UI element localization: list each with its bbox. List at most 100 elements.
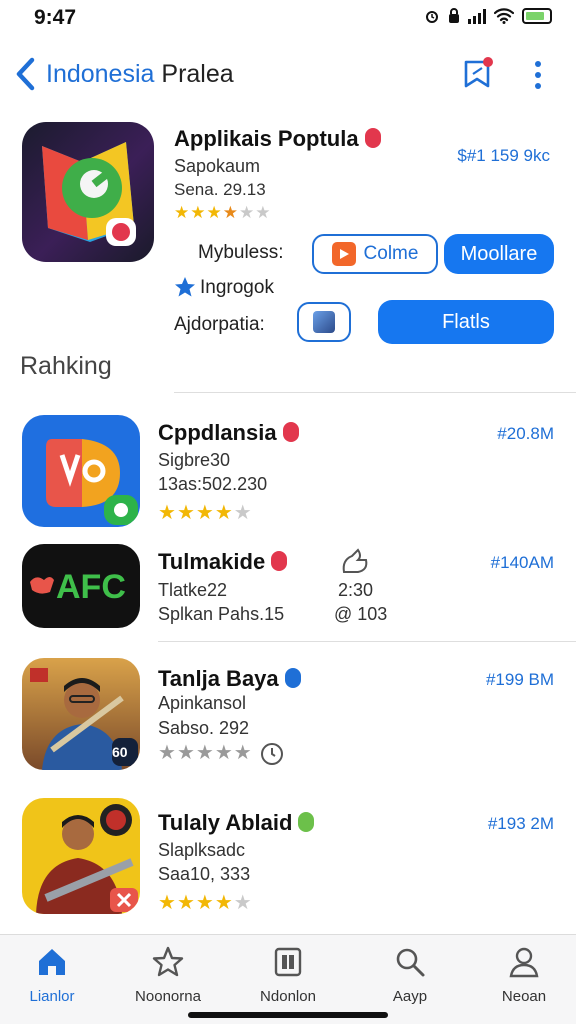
status-icons (424, 8, 552, 24)
app-name-text: Tulaly Ablaid (158, 810, 293, 835)
star-icon: ★ (233, 742, 252, 764)
person-icon (509, 947, 539, 978)
ingrogok-label: Ingrogok (200, 277, 274, 298)
tab-featured[interactable]: Noonorna (118, 945, 218, 1005)
mybusiness-label: Mybuless: (198, 242, 284, 263)
tab-label: Neoan (501, 988, 547, 1005)
afc-logo-text: AFC (56, 568, 126, 606)
tab-search[interactable]: Aayp (360, 945, 460, 1005)
page-title: Indonesia Pralea (46, 60, 234, 89)
star-icon: ★ (158, 892, 176, 914)
star-icon: ★ (176, 742, 195, 764)
page-title-section: Pralea (161, 60, 234, 88)
badge-icon (364, 128, 381, 149)
featured-app-meta: Sena. 29.13 (174, 180, 266, 199)
featured-app-developer: Sapokaum (174, 156, 261, 176)
verified-badge-icon (284, 668, 301, 689)
app-meta: 13as:502.230 (158, 474, 268, 494)
star-icon: ★ (214, 502, 233, 524)
app-developer: Slaplksadc (158, 840, 246, 860)
thumbs-icon (342, 548, 368, 573)
app-logo-icon (46, 439, 138, 525)
app-name-text: Tulmakide (158, 549, 266, 574)
app-rating-stars: ★ ★ ★ ★ ★ (158, 893, 252, 913)
badge-icon (271, 551, 288, 572)
app-meta: Saa10, 333 (158, 864, 251, 884)
alarm-icon (426, 11, 438, 23)
wifi-icon (494, 8, 514, 24)
star-icon: ★ (158, 742, 176, 764)
person-photo-icon (36, 804, 138, 914)
tab-label: Lianlor (29, 988, 75, 1005)
star-icon: ★ (239, 203, 255, 222)
moollare-button-label: Moollare (460, 242, 538, 265)
more-options-icon[interactable] (528, 58, 548, 92)
star-icon: ★ (206, 203, 222, 222)
star-icon: ★ (176, 502, 195, 524)
app-name-text: Tanlja Baya (158, 666, 279, 691)
star-icon (152, 946, 184, 977)
apps-icon (274, 947, 302, 977)
featured-app-price: $#1 159 9kc (457, 146, 550, 165)
moollare-button[interactable]: Moollare (444, 234, 554, 274)
star-icon: ★ (214, 742, 233, 764)
tab-home[interactable]: Lianlor (2, 945, 102, 1005)
badge-icon (282, 422, 299, 443)
page-title-region: Indonesia (46, 60, 155, 88)
afc-logo-icon: AFC (30, 568, 126, 606)
bookmark-icon[interactable] (460, 56, 496, 92)
app-name[interactable]: Tulaly Ablaid (158, 810, 315, 836)
clock: 9:47 (34, 6, 77, 29)
colme-button[interactable]: Colme (312, 234, 438, 274)
status-bar: 9:47 (0, 0, 576, 40)
star-filled-icon (175, 277, 195, 297)
app-icon[interactable]: AFC (22, 544, 140, 628)
badge-icon (298, 812, 315, 833)
divider (174, 392, 576, 393)
maps-logo-icon (42, 142, 136, 246)
thumbnail-image (313, 311, 335, 333)
app-icon[interactable]: 60 (22, 658, 140, 770)
ajdorpatia-label: Ajdorpatia: (174, 314, 265, 335)
star-icon: ★ (233, 502, 252, 524)
app-price: #140AM (490, 553, 554, 572)
app-stat: @ 103 (334, 604, 388, 624)
home-indicator[interactable] (188, 1012, 388, 1018)
app-rating-stars: ★ ★ ★ ★ ★ (158, 503, 252, 523)
tab-label: Aayp (392, 988, 428, 1005)
search-icon (396, 948, 425, 977)
flatls-button[interactable]: Flatls (378, 300, 554, 344)
app-developer: Apinkansol (158, 693, 247, 713)
flatls-button-label: Flatls (442, 310, 490, 333)
clock-icon (261, 743, 283, 765)
featured-app-name-text: Applikais Poptula (174, 126, 359, 151)
star-icon: ★ (195, 742, 214, 764)
star-icon: ★ (195, 502, 214, 524)
tab-bar: Lianlor Noonorna Ndonlon Aayp Neoan (0, 934, 576, 1024)
app-developer: Sigbre30 (158, 450, 231, 470)
app-name[interactable]: Cppdlansia (158, 420, 299, 446)
app-icon[interactable] (22, 798, 140, 914)
app-name[interactable]: Tanlja Baya (158, 666, 301, 692)
app-name[interactable]: Tulmakide (158, 549, 288, 575)
star-icon: ★ (174, 203, 190, 222)
app-stat: 2:30 (338, 580, 374, 600)
featured-app-icon[interactable] (22, 122, 154, 262)
featured-rating-stars: ★ ★ ★ ★ ★ ★ (174, 204, 271, 221)
app-meta: Sabso. 292 (158, 718, 250, 738)
section-title: Rahking (20, 352, 112, 380)
tab-apps[interactable]: Ndonlon (238, 945, 338, 1005)
app-price: #199 BM (485, 670, 554, 689)
star-icon: ★ (195, 892, 214, 914)
screenshot-thumb-button[interactable] (297, 302, 351, 342)
app-developer: Tlatke22 (158, 580, 228, 600)
tab-label: Noonorna (135, 988, 201, 1005)
tab-profile[interactable]: Neoan (474, 945, 574, 1005)
star-icon: ★ (158, 502, 176, 524)
app-price: #20.8M (497, 424, 554, 443)
featured-app-name[interactable]: Applikais Poptula (174, 126, 381, 152)
back-chevron-icon[interactable] (12, 54, 38, 94)
app-icon[interactable] (22, 415, 140, 527)
star-icon: ★ (176, 892, 195, 914)
star-icon: ★ (222, 203, 238, 222)
